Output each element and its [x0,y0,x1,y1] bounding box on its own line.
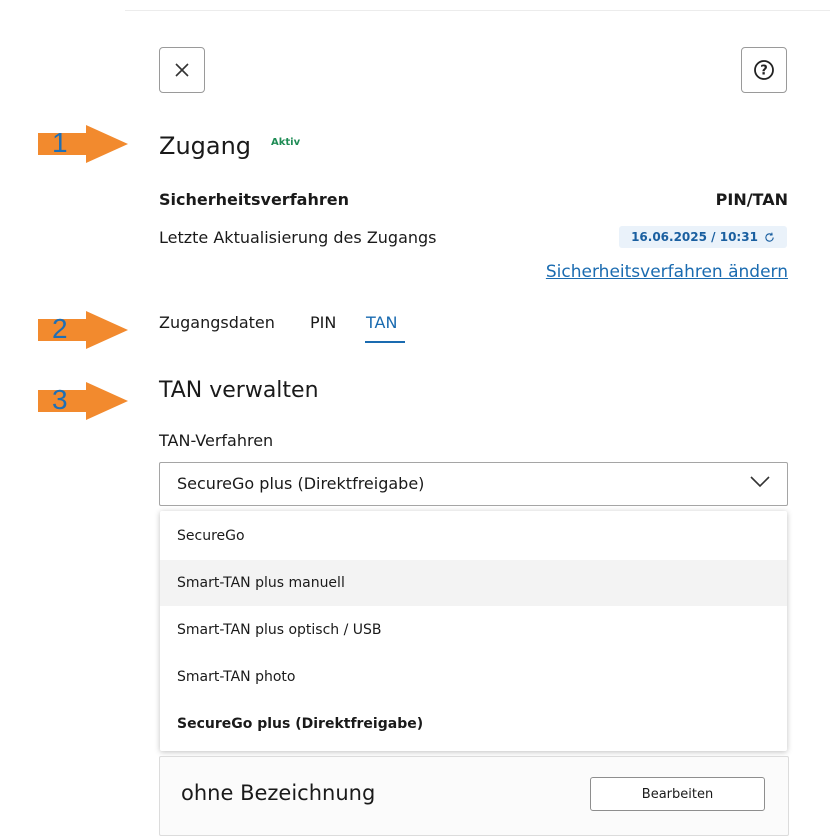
device-name: ohne Bezeichnung [181,781,376,805]
close-button[interactable] [159,47,205,93]
last-update-timestamp: 16.06.2025 / 10:31 [619,226,787,248]
security-method-label: Sicherheitsverfahren [159,190,349,209]
page-title: Zugang [159,132,252,160]
chevron-down-icon [750,476,770,488]
dropdown-option[interactable]: Smart-TAN photo [160,654,787,700]
timestamp-value: 16.06.2025 / 10:31 [631,230,758,244]
tan-method-select[interactable]: SecureGo plus (Direktfreigabe) [159,462,788,506]
marker-number: 2 [52,313,68,344]
active-tab-indicator [365,341,405,343]
dropdown-option-selected[interactable]: SecureGo plus (Direktfreigabe) [160,701,787,747]
annotation-marker-2: 2 [38,311,130,349]
top-divider [125,10,830,11]
dropdown-option[interactable]: Smart-TAN plus manuell [160,560,787,606]
marker-number: 3 [52,384,68,415]
last-update-label: Letzte Aktualisierung des Zugangs [159,228,437,247]
annotation-marker-3: 3 [38,382,130,420]
section-heading: TAN verwalten [159,378,319,403]
help-icon: ? [754,60,774,80]
tan-method-label: TAN-Verfahren [159,431,274,450]
edit-button[interactable]: Bearbeiten [590,777,765,811]
dropdown-option[interactable]: Smart-TAN plus optisch / USB [160,607,787,653]
dropdown-option[interactable]: SecureGo [160,513,787,559]
status-badge: Aktiv [271,137,301,148]
help-button[interactable]: ? [741,47,787,93]
tab-tan[interactable]: TAN [366,313,397,332]
change-security-method-link[interactable]: Sicherheitsverfahren ändern [546,262,788,282]
svg-text:?: ? [760,64,768,79]
annotation-marker-1: 1 [38,125,130,163]
tan-method-dropdown: SecureGo Smart-TAN plus manuell Smart-TA… [160,511,787,751]
device-card: ohne Bezeichnung Bearbeiten [159,756,789,836]
tan-method-selected-value: SecureGo plus (Direktfreigabe) [177,474,425,493]
tab-pin[interactable]: PIN [310,313,336,332]
close-icon [175,63,189,77]
security-method-value: PIN/TAN [715,190,788,209]
refresh-icon[interactable] [764,232,775,243]
tab-zugangsdaten[interactable]: Zugangsdaten [159,313,275,332]
marker-number: 1 [52,127,68,158]
